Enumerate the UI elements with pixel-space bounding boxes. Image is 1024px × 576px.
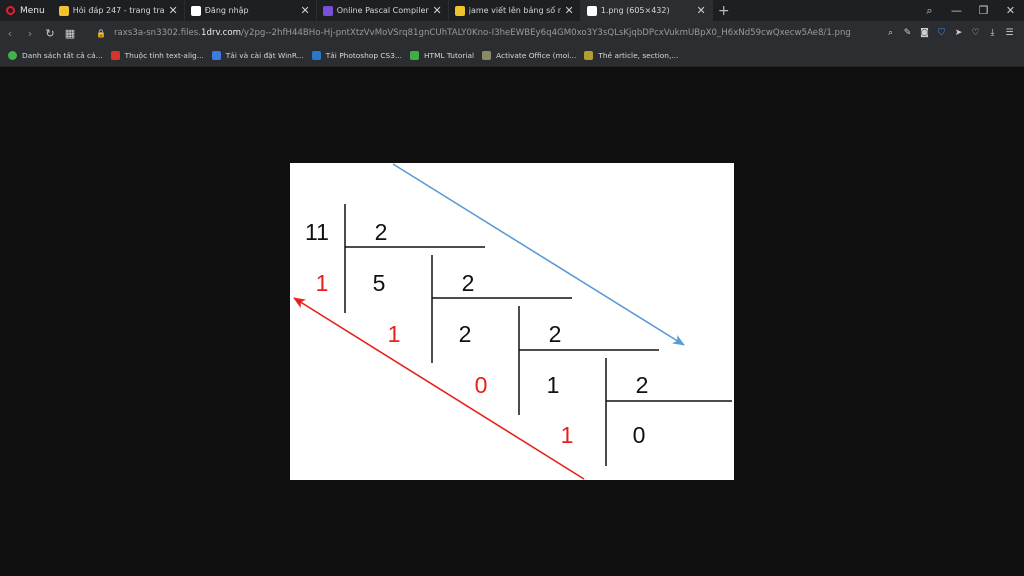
menu-label: Menu — [20, 5, 45, 16]
divisor-digit: 2 — [375, 219, 388, 245]
division-diagram: 11 2 5 2 2 2 1 2 0 1 1 0 1 — [293, 163, 732, 480]
remainder-digit: 1 — [388, 321, 401, 347]
forward-icon[interactable]: › — [20, 27, 40, 40]
close-icon[interactable]: ✕ — [301, 4, 310, 17]
document-icon — [586, 5, 597, 16]
address-actions: ⌕ ✎ ◙ ⛉ ➤ ♡ ⤓ ☰ — [882, 21, 1018, 45]
bookmark-favicon — [584, 51, 594, 60]
tab-title: 1.png (605×432) — [600, 6, 670, 15]
remainder-digit: 0 — [475, 372, 488, 398]
divisor-digit: 2 — [462, 270, 475, 296]
bookmark-label: Activate Office (moi... — [496, 51, 577, 60]
heart-icon[interactable]: ♡ — [967, 28, 984, 38]
bookmark-favicon — [211, 51, 221, 60]
remainder-digit: 1 — [561, 422, 574, 448]
bookmark-label: HTML Tutorial — [424, 51, 475, 60]
tab-title: jame viết lên bảng số nguy — [468, 6, 561, 15]
url-path: /y2pg--2hfH44BHo-Hj-pntXtzVvMoVSrq81gnCU… — [241, 28, 851, 38]
close-icon[interactable]: ✕ — [433, 4, 442, 17]
document-icon — [190, 5, 201, 16]
close-icon[interactable]: ✕ — [169, 4, 178, 17]
quotient-digit: 1 — [547, 372, 560, 398]
minimize-icon[interactable]: — — [943, 4, 970, 17]
bookmark-item[interactable]: HTML Tutorial — [410, 51, 474, 60]
bookmark-label: Thuộc tính text-alig... — [124, 51, 204, 60]
bookmarks-bar: Danh sách tất cả cá... Thuộc tính text-a… — [0, 45, 1024, 67]
camera-icon[interactable]: ◙ — [916, 28, 933, 38]
tab-title: Online Pascal Compiler - o — [336, 6, 429, 15]
download-icon[interactable]: ⤓ — [984, 28, 1001, 38]
bookmark-item[interactable]: Thuộc tính text-alig... — [110, 51, 204, 60]
easy-setup-icon[interactable]: ☰ — [1001, 28, 1018, 38]
h-site-icon — [58, 5, 69, 16]
h-site-icon — [454, 5, 465, 16]
dividend-digit: 11 — [305, 219, 329, 245]
back-icon[interactable]: ‹ — [0, 27, 20, 40]
opera-menu-button[interactable]: Menu — [0, 0, 53, 21]
bookmark-item[interactable]: Activate Office (moi... — [482, 51, 576, 60]
division-lines — [344, 204, 732, 466]
bookmark-favicon — [410, 51, 419, 60]
reload-icon[interactable]: ↻ — [40, 27, 60, 40]
bookmark-item[interactable]: Tải Photoshop CS3... — [311, 51, 402, 60]
compiler-icon — [322, 5, 333, 16]
search-icon[interactable]: ⌕ — [916, 4, 943, 18]
bookmark-item[interactable]: Thẻ article, section,... — [584, 51, 678, 60]
url-field[interactable]: raxs3a-sn3302.files.1drv.com/y2pg--2hfH4… — [114, 28, 854, 38]
bookmark-item[interactable]: Tải và cài đặt WinR... — [211, 51, 304, 60]
url-domain: 1drv.com — [201, 28, 241, 38]
tab-strip: Menu Hỏi đáp 247 - trang tra loi ✕ Đăng … — [0, 0, 1024, 21]
divisor-digit: 2 — [549, 321, 562, 347]
send-icon[interactable]: ➤ — [950, 28, 967, 38]
viewed-image: 11 2 5 2 2 2 1 2 0 1 1 0 1 — [290, 163, 734, 480]
new-tab-button[interactable]: + — [713, 3, 735, 19]
bookmark-item[interactable]: Danh sách tất cả cá... — [8, 51, 103, 60]
tab-dang-nhap[interactable]: Đăng nhập ✕ — [185, 0, 317, 21]
bookmark-label: Danh sách tất cả cá... — [22, 51, 103, 60]
quotient-digit: 5 — [373, 270, 386, 296]
bookmark-favicon — [110, 51, 120, 60]
blue-arrow — [392, 163, 685, 346]
tab-title: Hỏi đáp 247 - trang tra loi — [72, 6, 165, 15]
remainder-digit: 1 — [316, 270, 329, 296]
restore-icon[interactable]: ❐ — [970, 4, 997, 17]
bookmark-label: Tải và cài đặt WinR... — [225, 51, 304, 60]
snapshot-icon[interactable]: ✎ — [899, 28, 916, 38]
tab-pascal-compiler[interactable]: Online Pascal Compiler - o ✕ — [317, 0, 449, 21]
quotient-digit: 2 — [459, 321, 472, 347]
divisor-digit: 2 — [636, 372, 649, 398]
tab-jame[interactable]: jame viết lên bảng số nguy ✕ — [449, 0, 581, 21]
bookmark-label: Tải Photoshop CS3... — [325, 51, 402, 60]
url-prefix: raxs3a-sn3302.files. — [114, 28, 202, 38]
bookmark-favicon — [482, 51, 492, 60]
close-icon[interactable]: ✕ — [565, 4, 574, 17]
lock-icon[interactable]: 🔒 — [94, 29, 108, 38]
tab-hoidap[interactable]: Hỏi đáp 247 - trang tra loi ✕ — [53, 0, 185, 21]
close-icon[interactable]: ✕ — [697, 4, 706, 17]
red-arrow — [293, 297, 585, 480]
bookmark-label: Thẻ article, section,... — [598, 51, 679, 60]
tab-title: Đăng nhập — [204, 6, 249, 15]
shield-icon[interactable]: ⛉ — [933, 28, 950, 38]
bookmark-favicon — [8, 51, 17, 60]
bookmark-favicon — [311, 51, 321, 60]
tab-grid-icon[interactable]: ▦ — [60, 27, 80, 40]
window-close-icon[interactable]: ✕ — [997, 4, 1024, 17]
quotient-digit: 0 — [633, 422, 646, 448]
address-bar: ‹ › ↻ ▦ 🔒 raxs3a-sn3302.files.1drv.com/y… — [0, 21, 1024, 45]
opera-logo-icon — [6, 6, 15, 15]
tab-1png[interactable]: 1.png (605×432) ✕ — [580, 0, 713, 21]
window-controls: ⌕ — ❐ ✕ — [916, 0, 1024, 21]
zoom-icon[interactable]: ⌕ — [882, 28, 899, 38]
